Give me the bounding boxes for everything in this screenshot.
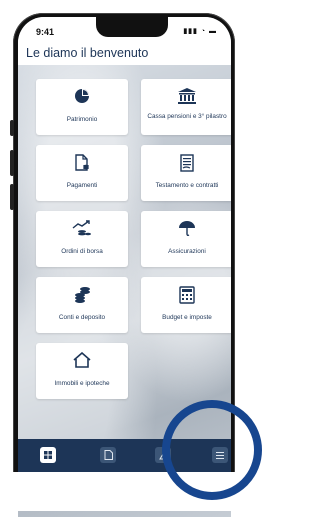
tile-label: Ordini di borsa: [61, 248, 103, 255]
tile-budget-imposte[interactable]: Budget e imposte: [141, 277, 231, 333]
tile-label: Patrimonio: [66, 116, 98, 123]
signal-wifi-battery-icon: ▮▮▮ ◔ ▬: [183, 28, 217, 35]
tile-ordini-borsa[interactable]: Ordini di borsa: [36, 211, 128, 267]
phone-side-button: [10, 184, 14, 210]
tile-pagamenti[interactable]: Pagamenti: [36, 145, 128, 201]
tile-label: Conti e deposito: [58, 314, 106, 321]
contract-document-icon: [180, 154, 194, 172]
tile-label: Testamento e contratti: [155, 182, 219, 189]
phone-side-button: [10, 120, 14, 136]
calculator-icon: [179, 286, 195, 304]
pie-chart-icon: [75, 89, 89, 103]
tile-label: Pagamenti: [66, 182, 98, 189]
bank-building-icon: [178, 88, 196, 104]
house-icon: [73, 352, 91, 368]
phone-side-button: [10, 150, 14, 176]
status-bar: 9:41 ▮▮▮ ◔ ▬: [18, 17, 231, 43]
tile-conti-deposito[interactable]: Conti e deposito: [36, 277, 128, 333]
dashboard-grid-icon: [44, 451, 52, 459]
tile-label: Cassa pensioni e 3° pilastro: [147, 113, 227, 120]
tile-assicurazioni[interactable]: Assicurazioni: [141, 211, 231, 267]
tile-cassa-pensioni[interactable]: Cassa pensioni e 3° pilastro: [141, 79, 231, 135]
tile-label: Budget e imposte: [162, 314, 212, 321]
stock-trend-icon: [72, 220, 91, 236]
phone-notch: [96, 17, 168, 37]
document-icon: [104, 450, 113, 460]
tab-dashboard[interactable]: [40, 447, 56, 463]
payment-document-icon: [75, 154, 89, 171]
page-title: Le diamo il benvenuto: [26, 46, 149, 60]
umbrella-icon: [179, 221, 195, 236]
tile-patrimonio[interactable]: Patrimonio: [36, 79, 128, 135]
tile-label: Assicurazioni: [168, 248, 206, 255]
tile-label: Immobili e ipoteche: [54, 380, 110, 387]
tab-documents[interactable]: [100, 447, 116, 463]
status-time: 9:41: [36, 27, 55, 37]
tile-testamento[interactable]: Testamento e contratti: [141, 145, 231, 201]
coin-stack-icon: [75, 287, 90, 303]
tile-immobili-ipoteche[interactable]: Immobili e ipoteche: [36, 343, 128, 399]
highlight-circle: [162, 400, 262, 500]
